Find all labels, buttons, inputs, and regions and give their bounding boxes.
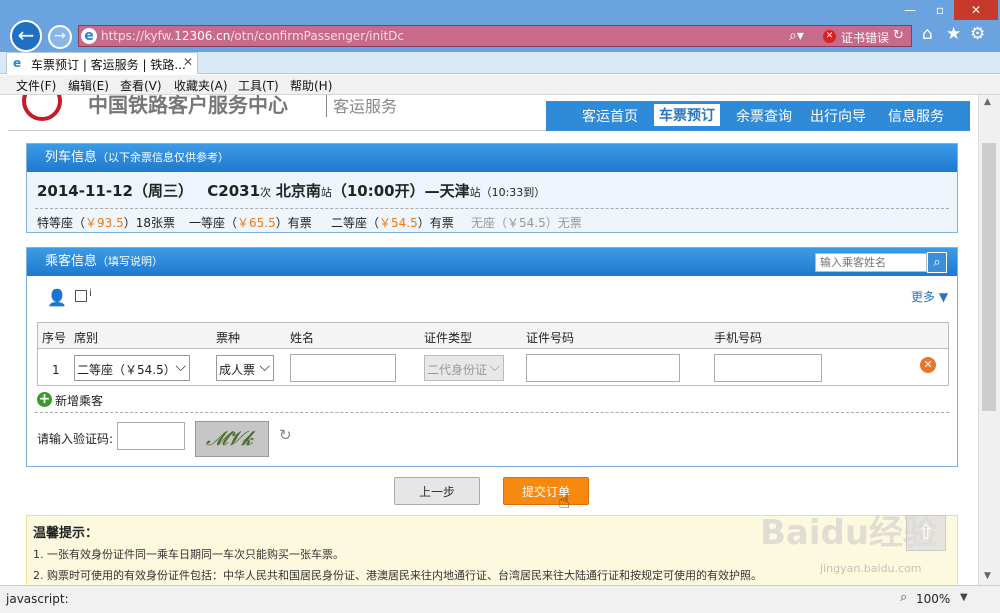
watermark-url: jingyan.baidu.com bbox=[820, 562, 922, 575]
browser-tab[interactable]: e 车票预订 | 客运服务 | 铁路... ✕ bbox=[6, 52, 198, 74]
menu-view[interactable]: 查看(V) bbox=[120, 77, 162, 94]
window-titlebar: — ▫ ✕ ← → e https://kyfw.12306.cn/otn/co… bbox=[0, 0, 1000, 52]
nav-info[interactable]: 信息服务 bbox=[888, 106, 944, 126]
column-header: 序号 bbox=[42, 331, 67, 345]
phone-input[interactable] bbox=[714, 354, 822, 382]
seat-availability: 二等座（￥54.5）有票 bbox=[331, 216, 454, 230]
chevron-down-icon: ⌵ bbox=[259, 359, 270, 375]
tips-title: 温馨提示： bbox=[33, 526, 99, 541]
address-bar[interactable]: e https://kyfw.12306.cn/otn/confirmPasse… bbox=[78, 25, 912, 47]
scroll-down-icon[interactable]: ▼ bbox=[984, 571, 991, 581]
zoom-level[interactable]: 100% bbox=[916, 592, 950, 606]
divider bbox=[35, 412, 949, 413]
url-text[interactable]: https://kyfw.12306.cn/otn/confirmPasseng… bbox=[101, 29, 404, 43]
menu-help[interactable]: 帮助(H) bbox=[290, 77, 332, 94]
search-icon[interactable]: ⌕▾ bbox=[789, 28, 804, 44]
back-to-top-icon[interactable]: ⇧ bbox=[906, 515, 946, 551]
passenger-search-input[interactable] bbox=[815, 253, 927, 272]
captcha-label: 请输入验证码: bbox=[37, 432, 114, 446]
column-header: 席别 bbox=[74, 331, 99, 345]
menu-edit[interactable]: 编辑(E) bbox=[68, 77, 109, 94]
passenger-table: 序号 席别 票种 姓名 证件类型 证件号码 手机号码 1 二等座（￥54.5） ⌵… bbox=[37, 322, 949, 386]
refresh-icon[interactable]: ↻ bbox=[893, 28, 904, 43]
captcha-image[interactable]: 𝓜𝓥𝓴 bbox=[195, 421, 269, 457]
certificate-error-icon[interactable]: ✕ bbox=[823, 30, 836, 43]
scroll-up-icon[interactable]: ▲ bbox=[984, 97, 991, 107]
seat-availability: 一等座（￥65.5）有票 bbox=[189, 216, 312, 230]
gear-icon[interactable]: ⚙ bbox=[970, 24, 985, 44]
minimize-button[interactable]: — bbox=[896, 0, 924, 20]
column-header: 证件号码 bbox=[526, 331, 575, 345]
submit-order-button[interactable]: 提交订单 bbox=[503, 477, 589, 505]
user-icon: 👤 bbox=[47, 288, 67, 307]
train-panel-title: 列车信息（以下余票信息仅供参考） bbox=[27, 144, 957, 172]
add-icon[interactable]: + bbox=[37, 392, 52, 407]
tab-title: 车票预订 | 客运服务 | 铁路... bbox=[31, 58, 186, 72]
scrollbar-thumb[interactable] bbox=[982, 143, 996, 411]
zoom-icon[interactable]: ⌕ bbox=[900, 590, 907, 605]
captcha-glyphs: 𝓜𝓥𝓴 bbox=[206, 426, 253, 450]
passenger-panel: 乘客信息（填写说明） ⌕ 👤 i 更多 ▼ 序号 席别 票种 姓名 证件类型 证… bbox=[26, 247, 958, 467]
nav-booking[interactable]: 车票预订 bbox=[654, 104, 720, 126]
more-link[interactable]: 更多 ▼ bbox=[911, 288, 948, 305]
chevron-down-icon: ⌵ bbox=[175, 359, 186, 375]
column-header: 手机号码 bbox=[714, 331, 763, 345]
menu-favorites[interactable]: 收藏夹(A) bbox=[174, 77, 228, 94]
column-header: 姓名 bbox=[290, 331, 315, 345]
column-header: 票种 bbox=[216, 331, 241, 345]
maximize-button[interactable]: ▫ bbox=[926, 0, 954, 20]
home-icon[interactable]: ⌂ bbox=[922, 24, 933, 44]
back-arrow-icon[interactable]: ← bbox=[10, 20, 42, 52]
menu-bar: 文件(F) 编辑(E) 查看(V) 收藏夹(A) 工具(T) 帮助(H) bbox=[0, 75, 1000, 95]
tip-item: 1. 一张有效身份证件同一乘车日期同一车次只能购买一张车票。 bbox=[33, 548, 344, 561]
chevron-down-icon[interactable]: ▼ bbox=[960, 592, 968, 603]
seat-type-select[interactable]: 二等座（￥54.5） ⌵ bbox=[74, 355, 190, 381]
nav-home[interactable]: 客运首页 bbox=[582, 106, 638, 126]
close-window-button[interactable]: ✕ bbox=[954, 0, 998, 20]
site-title: 中国铁路客户服务中心 bbox=[88, 95, 288, 117]
seat-availability: 无座（￥54.5）无票 bbox=[471, 216, 582, 230]
nav-guide[interactable]: 出行向导 bbox=[810, 106, 866, 126]
seat-availability: 特等座（￥93.5）18张票 bbox=[37, 216, 176, 230]
page-content: 中国铁路客户服务中心 客运服务 客运首页 车票预订 余票查询 出行向导 信息服务… bbox=[0, 95, 978, 585]
refresh-icon[interactable]: ↻ bbox=[279, 426, 292, 444]
train-info-panel: 列车信息（以下余票信息仅供参考） 2014-11-12（周三） C2031次 北… bbox=[26, 143, 958, 233]
passenger-checkbox-label: i bbox=[89, 288, 92, 299]
search-icon[interactable]: ⌕ bbox=[927, 252, 947, 273]
star-icon[interactable]: ★ bbox=[946, 24, 961, 44]
site-subtitle: 客运服务 bbox=[326, 95, 397, 117]
hand-cursor-icon: ☝ bbox=[558, 489, 571, 513]
table-header: 序号 席别 票种 姓名 证件类型 证件号码 手机号码 bbox=[38, 323, 948, 349]
column-header: 证件类型 bbox=[424, 331, 473, 345]
menu-file[interactable]: 文件(F) bbox=[16, 77, 56, 94]
railway-logo[interactable] bbox=[22, 95, 62, 121]
row-index: 1 bbox=[52, 363, 60, 377]
chevron-down-icon: ⌵ bbox=[489, 359, 500, 375]
passenger-checkbox[interactable] bbox=[75, 290, 87, 302]
train-summary: 2014-11-12（周三） C2031次 北京南站（10:00开）—天津站（1… bbox=[37, 182, 546, 200]
chevron-down-icon: ▼ bbox=[938, 290, 949, 304]
previous-step-button[interactable]: 上一步 bbox=[394, 477, 480, 505]
status-bar: javascript: ⌕ 100% ▼ bbox=[0, 585, 1000, 613]
tab-close-icon[interactable]: ✕ bbox=[183, 55, 193, 69]
id-type-select[interactable]: 二代身份证 ⌵ bbox=[424, 355, 504, 381]
main-nav: 客运首页 车票预订 余票查询 出行向导 信息服务 bbox=[546, 101, 970, 131]
captcha-input[interactable] bbox=[117, 422, 185, 450]
status-text: javascript: bbox=[6, 592, 69, 606]
ticket-type-select[interactable]: 成人票 ⌵ bbox=[216, 355, 274, 381]
ie-icon: e bbox=[81, 28, 97, 44]
add-passenger-link[interactable]: 新增乘客 bbox=[55, 392, 103, 409]
delete-passenger-icon[interactable]: ✕ bbox=[920, 357, 936, 373]
menu-tools[interactable]: 工具(T) bbox=[238, 77, 279, 94]
ie-tab-icon: e bbox=[13, 56, 22, 70]
divider bbox=[35, 208, 949, 209]
passenger-name-input[interactable] bbox=[290, 354, 396, 382]
nav-remaining[interactable]: 余票查询 bbox=[736, 106, 792, 126]
certificate-error-label[interactable]: 证书错误 bbox=[841, 29, 889, 46]
vertical-scrollbar[interactable]: ▲ ▼ bbox=[978, 95, 1000, 585]
id-number-input[interactable] bbox=[526, 354, 680, 382]
site-header: 中国铁路客户服务中心 客运服务 客运首页 车票预订 余票查询 出行向导 信息服务 bbox=[8, 95, 970, 131]
tip-item: 2. 购票时可使用的有效身份证件包括：中华人民共和国居民身份证、港澳居民来往内地… bbox=[33, 569, 762, 582]
forward-arrow-icon[interactable]: → bbox=[48, 25, 72, 49]
